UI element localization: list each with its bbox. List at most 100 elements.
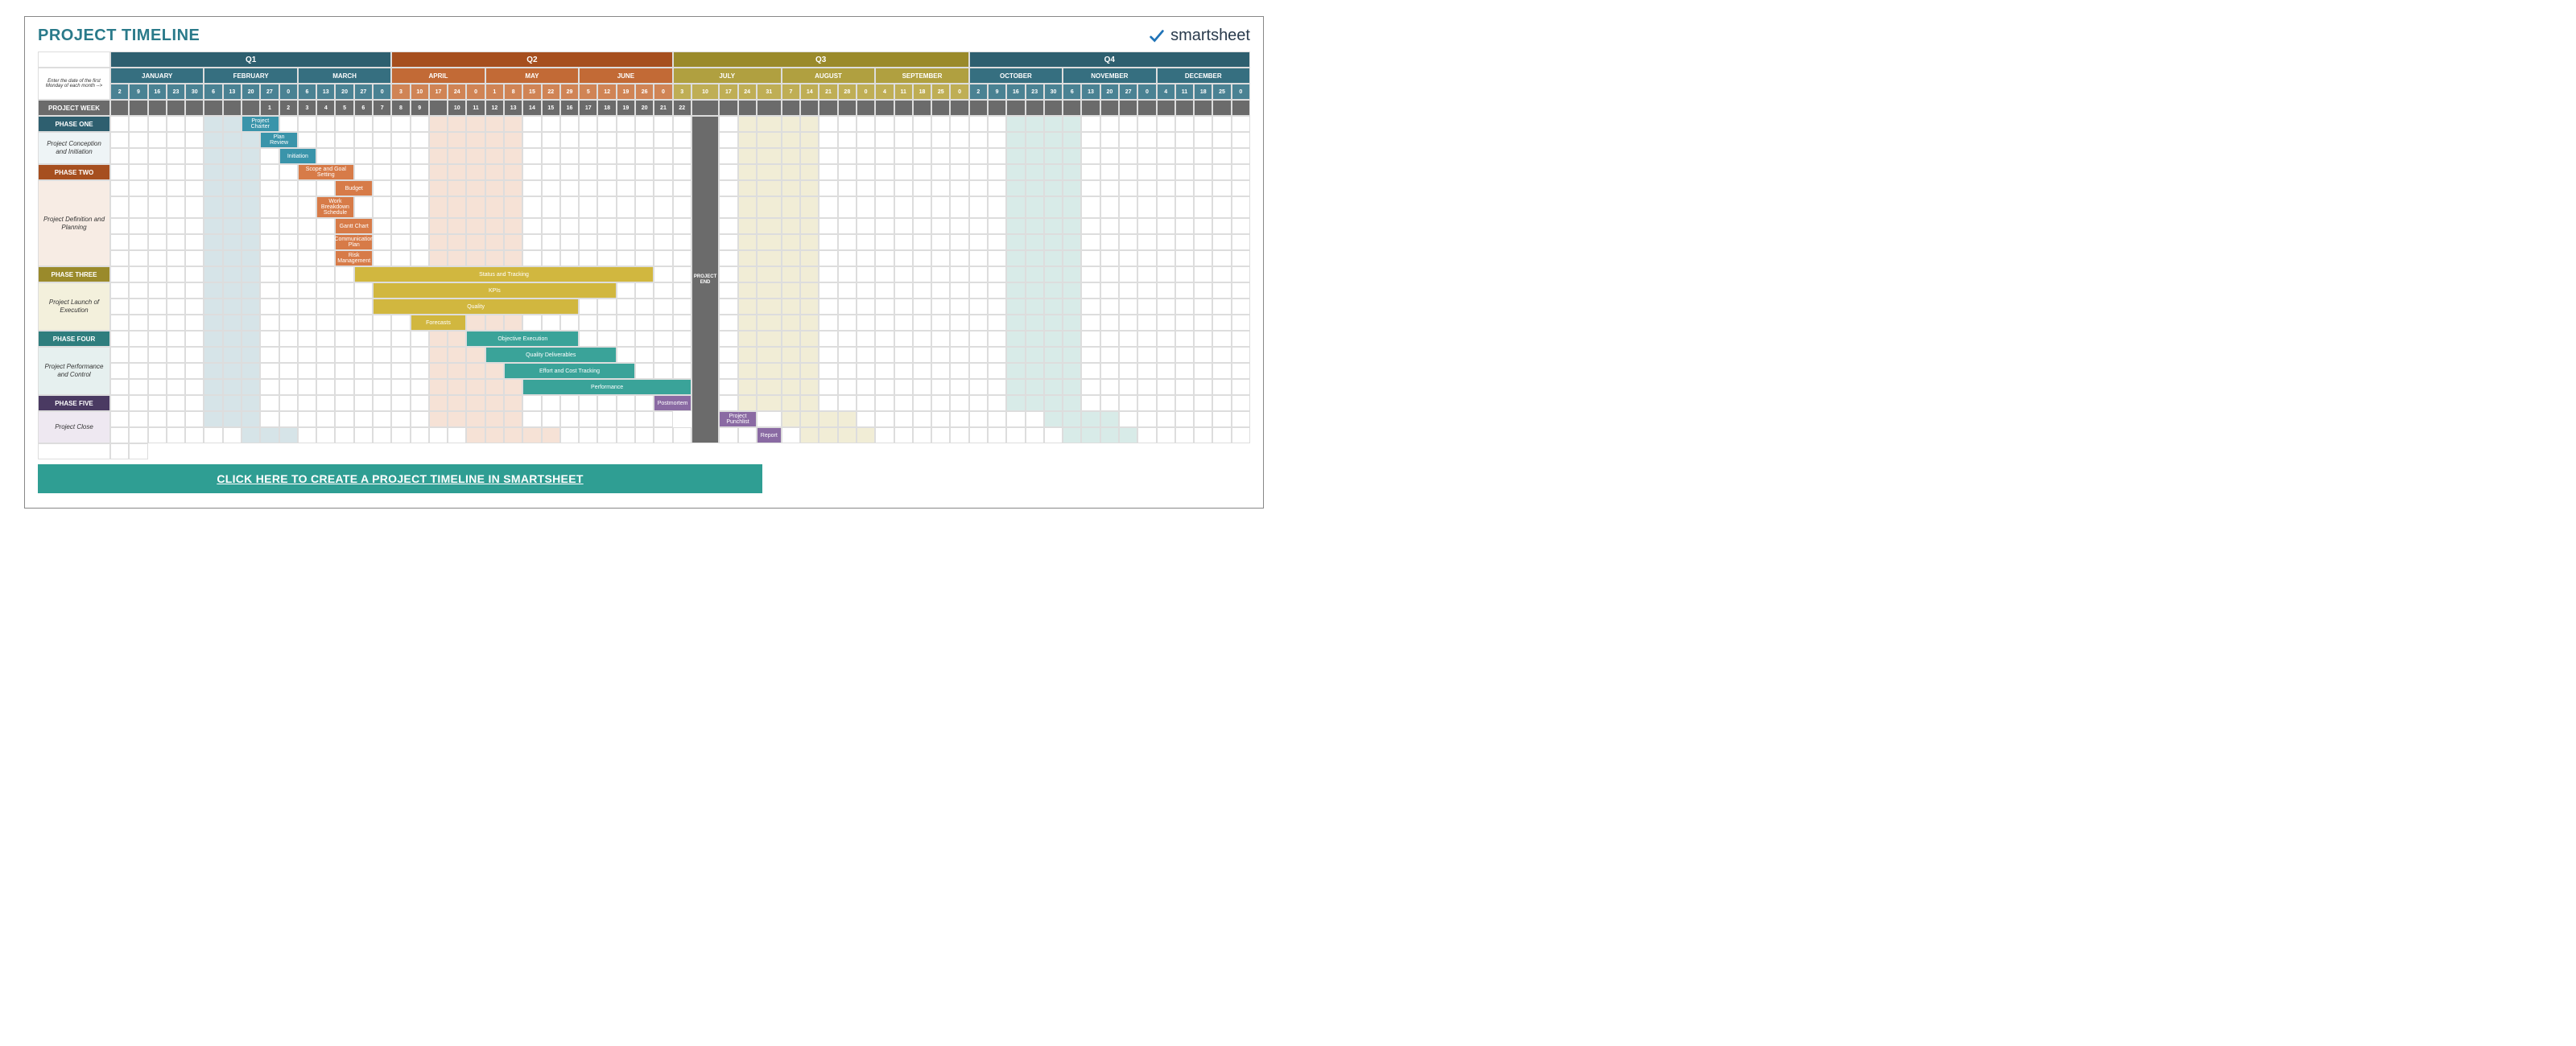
grid-cell [167, 250, 185, 266]
grid-cell [1100, 266, 1119, 282]
grid-cell [110, 331, 129, 347]
grid-cell [110, 315, 129, 331]
grid-cell [719, 250, 737, 266]
grid-cell [969, 331, 988, 347]
grid-cell [838, 116, 857, 132]
grid-cell [1063, 315, 1081, 331]
grid-cell [1006, 250, 1025, 266]
grid-cell [1063, 196, 1081, 218]
task-bar[interactable]: Budget [335, 180, 373, 196]
month-header: OCTOBER [969, 68, 1063, 84]
grid-cell [819, 196, 837, 218]
grid-cell [185, 196, 204, 218]
grid-cell [279, 331, 298, 347]
grid-cell [597, 148, 616, 164]
grid-cell [411, 180, 429, 196]
grid-cell [819, 299, 837, 315]
task-bar[interactable]: Gantt Chart [335, 218, 373, 234]
grid-cell [875, 395, 894, 411]
grid-cell [504, 315, 522, 331]
grid-cell [167, 180, 185, 196]
day-header: 4 [875, 84, 894, 100]
grid-cell [894, 218, 913, 234]
day-header: 6 [204, 84, 222, 100]
grid-cell [148, 148, 167, 164]
task-bar[interactable]: Objective Execution [466, 331, 579, 347]
task-bar[interactable]: Scope and Goal Setting [298, 164, 354, 180]
task-bar[interactable]: Postmortem [654, 395, 691, 411]
task-bar[interactable]: KPIs [373, 282, 617, 299]
grid-cell [1063, 148, 1081, 164]
grid-cell [167, 411, 185, 427]
grid-cell [391, 148, 410, 164]
grid-cell [1100, 315, 1119, 331]
grid-cell [819, 363, 837, 379]
grid-cell [298, 331, 316, 347]
month-header: SEPTEMBER [875, 68, 968, 84]
grid-cell [894, 427, 913, 443]
project-week-label: PROJECT WEEK [38, 100, 110, 116]
grid-cell [429, 116, 448, 132]
grid-cell [429, 427, 448, 443]
task-bar[interactable]: Risk Management [335, 250, 373, 266]
grid-cell [579, 132, 597, 148]
grid-cell [894, 164, 913, 180]
grid-cell [1137, 395, 1156, 411]
task-bar[interactable]: Plan Review [260, 132, 298, 148]
grid-cell [988, 315, 1006, 331]
grid-cell [148, 218, 167, 234]
grid-cell [391, 363, 410, 379]
grid-cell [931, 395, 950, 411]
task-bar[interactable]: Performance [522, 379, 691, 395]
grid-cell [757, 331, 782, 347]
grid-cell [1175, 180, 1194, 196]
grid-cell [391, 395, 410, 411]
day-header: 0 [1137, 84, 1156, 100]
task-bar[interactable]: Project Punchlist [719, 411, 757, 427]
day-header: 20 [242, 84, 260, 100]
grid-cell [279, 299, 298, 315]
task-bar[interactable]: Report [757, 427, 782, 443]
grid-cell [298, 395, 316, 411]
task-bar[interactable]: Effort and Cost Tracking [504, 363, 635, 379]
grid-cell [597, 331, 616, 347]
grid-cell [335, 363, 353, 379]
grid-cell [1194, 116, 1212, 132]
week-number [185, 100, 204, 116]
grid-cell [875, 164, 894, 180]
grid-cell [560, 180, 579, 196]
grid-cell [204, 347, 222, 363]
task-bar[interactable]: Quality Deliverables [485, 347, 617, 363]
week-number: 20 [635, 100, 654, 116]
task-bar[interactable]: Status and Tracking [354, 266, 654, 282]
grid-cell [298, 250, 316, 266]
grid-cell [931, 363, 950, 379]
grid-cell [875, 411, 894, 427]
grid-cell [504, 234, 522, 250]
grid-cell [411, 363, 429, 379]
grid-cell [204, 315, 222, 331]
week-number [242, 100, 260, 116]
month-header: JULY [673, 68, 782, 84]
task-bar[interactable]: Initiation [279, 148, 317, 164]
task-bar[interactable]: Project Charter [242, 116, 279, 132]
grid-cell [38, 443, 110, 459]
grid-cell [411, 347, 429, 363]
grid-cell [185, 116, 204, 132]
day-header: 27 [354, 84, 373, 100]
grid-cell [1100, 347, 1119, 363]
cta-button[interactable]: CLICK HERE TO CREATE A PROJECT TIMELINE … [38, 464, 762, 493]
task-bar[interactable]: Communication Plan [335, 234, 373, 250]
day-header: 26 [635, 84, 654, 100]
task-bar[interactable]: Quality [373, 299, 579, 315]
grid-cell [185, 379, 204, 395]
grid-cell [738, 218, 757, 234]
grid-cell [242, 234, 260, 250]
grid-cell [1194, 218, 1212, 234]
grid-cell [738, 148, 757, 164]
task-bar[interactable]: Work Breakdown Schedule [316, 196, 354, 218]
task-bar[interactable]: Forecasts [411, 315, 467, 331]
grid-cell [279, 116, 298, 132]
grid-cell [857, 250, 875, 266]
grid-cell [1175, 347, 1194, 363]
